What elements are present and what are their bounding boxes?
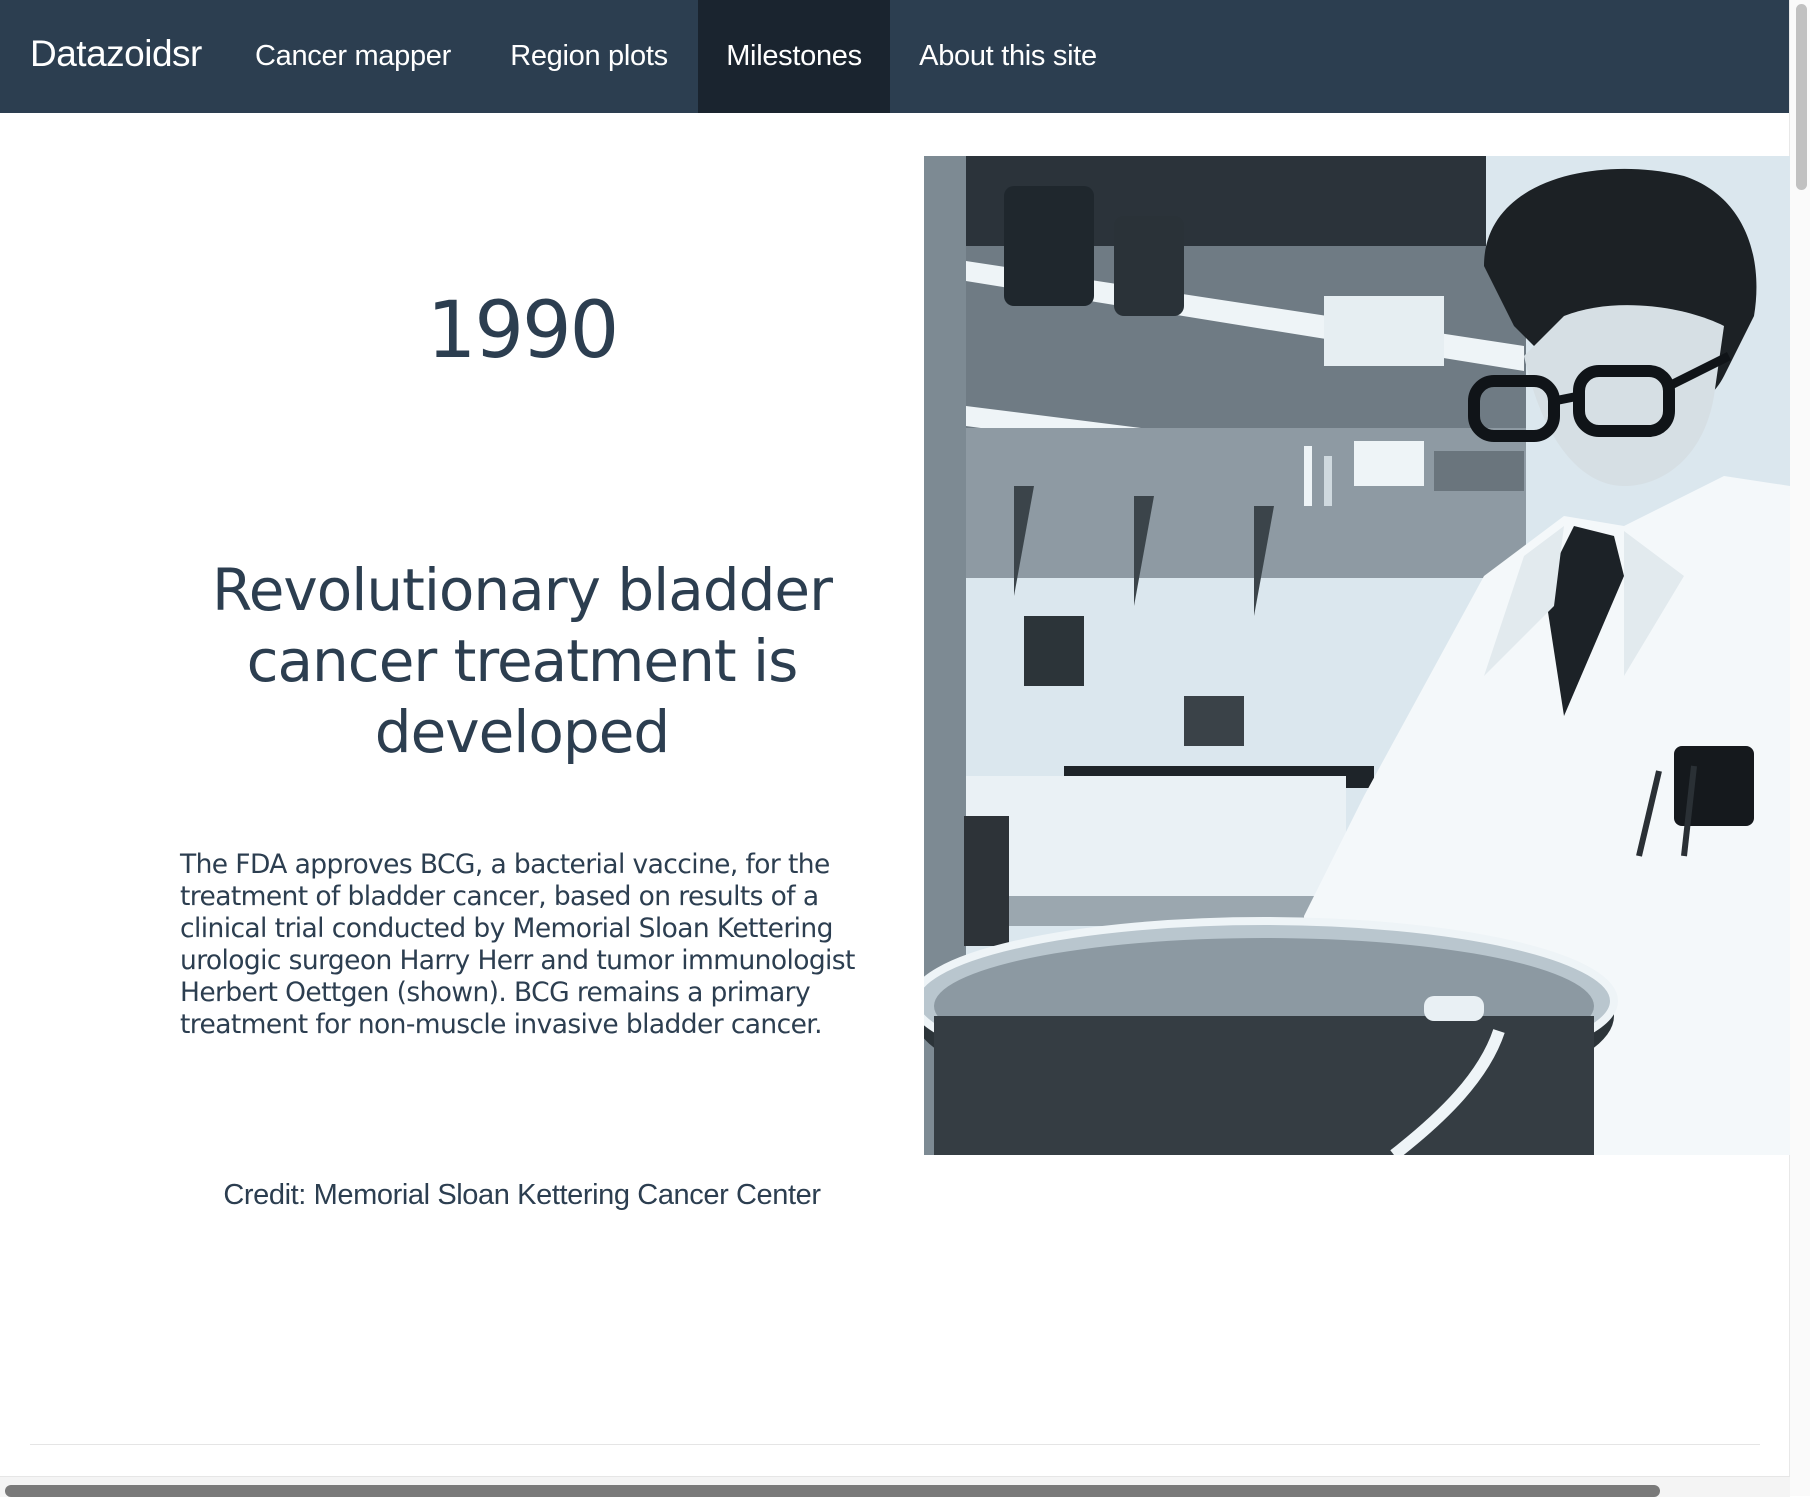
vertical-scrollbar-thumb[interactable] — [1796, 4, 1807, 190]
milestone-headline: Revolutionary bladder cancer treatment i… — [212, 556, 833, 766]
milestone-year: 1990 — [426, 286, 620, 376]
milestone-description: The FDA approves BCG, a bacterial vaccin… — [180, 849, 855, 1040]
photo-credit: Credit: Memorial Sloan Kettering Cancer … — [223, 1179, 821, 1211]
vertical-scrollbar[interactable] — [1789, 0, 1810, 1496]
nav-item-about[interactable]: About this site — [890, 0, 1126, 113]
brand-link[interactable]: Datazoidsr — [30, 0, 202, 113]
top-navbar: Datazoidsr Cancer mapper Region plots Mi… — [0, 0, 1790, 113]
horizontal-scrollbar[interactable] — [0, 1476, 1790, 1497]
footer-divider — [30, 1444, 1760, 1445]
milestone-text-panel: 1990 Revolutionary bladder cancer treatm… — [170, 113, 874, 1213]
nav-item-cancer-mapper[interactable]: Cancer mapper — [226, 0, 480, 113]
nav-item-region-plots[interactable]: Region plots — [480, 0, 698, 113]
nav-item-milestones[interactable]: Milestones — [698, 0, 890, 113]
milestone-photo — [924, 156, 1790, 1155]
scientist-in-lab-image — [924, 156, 1790, 1155]
horizontal-scrollbar-thumb[interactable] — [5, 1485, 1660, 1497]
